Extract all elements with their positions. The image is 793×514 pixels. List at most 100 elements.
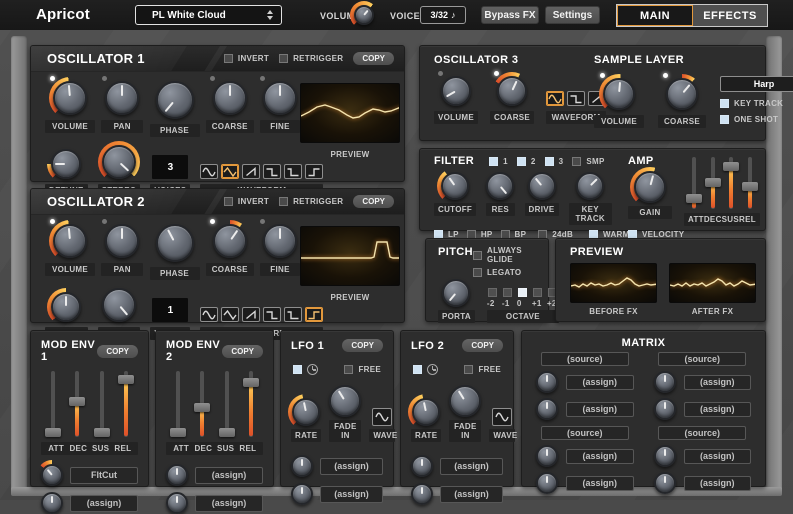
- lfo1-wave-button[interactable]: [372, 408, 392, 426]
- osc1-copy-button[interactable]: COPY: [353, 52, 394, 65]
- lfo2-copy-button[interactable]: COPY: [462, 339, 503, 352]
- matrix-assign-box-3a[interactable]: (assign): [566, 449, 634, 464]
- filter-smp-toggle[interactable]: SMP: [572, 157, 604, 166]
- settings-button[interactable]: Settings: [545, 6, 600, 24]
- osc1-voices-value[interactable]: 3: [152, 155, 188, 179]
- lfo2-fadein-knob[interactable]: [449, 385, 481, 417]
- matrix-assign-box-4b[interactable]: (assign): [684, 476, 752, 491]
- voices-value-box[interactable]: 3/32 ♪: [420, 6, 466, 24]
- osc2-wave-triangle-button[interactable]: [221, 307, 239, 322]
- octave-zero-button[interactable]: [518, 288, 527, 297]
- amp-rel-slider[interactable]: [742, 157, 758, 209]
- amp-att-slider[interactable]: [686, 157, 702, 209]
- modenv1-amount2-knob[interactable]: [41, 492, 63, 514]
- modenv1-copy-button[interactable]: COPY: [97, 345, 138, 358]
- lfo1-sync-checkbox[interactable]: [293, 364, 318, 375]
- lfo2-rate-knob[interactable]: [412, 398, 440, 426]
- octave-minus1-button[interactable]: [503, 288, 512, 297]
- modenv2-amount1-knob[interactable]: [166, 464, 188, 486]
- modenv1-target1-box[interactable]: FltCut: [70, 467, 138, 484]
- modenv2-sus-slider[interactable]: [219, 371, 235, 437]
- osc2-detune-knob[interactable]: [51, 292, 81, 322]
- matrix-amount-knob-3a[interactable]: [536, 445, 558, 467]
- lfo2-sync-checkbox[interactable]: [413, 364, 438, 375]
- osc1-retrigger-checkbox[interactable]: RETRIGGER: [279, 54, 343, 63]
- osc1-pan-knob[interactable]: [105, 81, 139, 115]
- osc2-voices-value[interactable]: 1: [152, 298, 188, 322]
- osc3-volume-knob[interactable]: [441, 76, 471, 106]
- matrix-source-box-3[interactable]: (source): [541, 426, 629, 440]
- pitch-always-glide-checkbox[interactable]: ALWAYS GLIDE: [473, 246, 540, 264]
- modenv2-target2-box[interactable]: (assign): [195, 495, 263, 512]
- pitch-legato-checkbox[interactable]: LEGATO: [473, 268, 540, 277]
- filter-keytrack-knob[interactable]: [576, 172, 604, 200]
- matrix-amount-knob-3b[interactable]: [536, 472, 558, 494]
- filter-cutoff-knob[interactable]: [441, 172, 469, 200]
- lfo2-amount2-knob[interactable]: [411, 483, 433, 505]
- modenv2-att-slider[interactable]: [170, 371, 186, 437]
- modenv1-att-slider[interactable]: [45, 371, 61, 437]
- modenv2-amount2-knob[interactable]: [166, 492, 188, 514]
- modenv2-dec-slider[interactable]: [194, 371, 210, 437]
- octave-plus1-button[interactable]: [533, 288, 542, 297]
- osc2-wave-square-button[interactable]: [263, 307, 281, 322]
- lfo1-amount2-knob[interactable]: [291, 483, 313, 505]
- matrix-amount-knob-1b[interactable]: [536, 398, 558, 420]
- pitch-porta-knob[interactable]: [442, 279, 470, 307]
- osc3-coarse-knob[interactable]: [497, 76, 527, 106]
- sample-key-track-checkbox[interactable]: KEY TRACK: [720, 99, 793, 108]
- modenv2-rel-slider[interactable]: [243, 371, 259, 437]
- lfo1-free-checkbox[interactable]: FREE: [344, 365, 381, 374]
- lfo1-amount1-knob[interactable]: [291, 455, 313, 477]
- filter-osc2-toggle[interactable]: 2: [517, 157, 536, 166]
- osc1-fine-knob[interactable]: [263, 81, 297, 115]
- matrix-assign-box-2b[interactable]: (assign): [684, 402, 752, 417]
- lfo2-amount1-knob[interactable]: [411, 455, 433, 477]
- preset-spinner-icon[interactable]: [267, 10, 273, 20]
- matrix-amount-knob-4a[interactable]: [654, 445, 676, 467]
- matrix-amount-knob-2b[interactable]: [654, 398, 676, 420]
- osc2-volume-knob[interactable]: [53, 224, 87, 258]
- lfo1-fadein-knob[interactable]: [329, 385, 361, 417]
- filter-res-knob[interactable]: [486, 172, 514, 200]
- modenv1-dec-slider[interactable]: [69, 371, 85, 437]
- sample-one-shot-checkbox[interactable]: ONE SHOT: [720, 115, 793, 124]
- matrix-assign-box-3b[interactable]: (assign): [566, 476, 634, 491]
- master-volume-knob[interactable]: [354, 5, 374, 25]
- osc2-wave-sine-button[interactable]: [200, 307, 218, 322]
- lfo2-free-checkbox[interactable]: FREE: [464, 365, 501, 374]
- modenv1-sus-slider[interactable]: [94, 371, 110, 437]
- filter-osc1-toggle[interactable]: 1: [489, 157, 508, 166]
- matrix-assign-box-1a[interactable]: (assign): [566, 375, 634, 390]
- amp-dec-slider[interactable]: [705, 157, 721, 209]
- matrix-assign-box-2a[interactable]: (assign): [684, 375, 752, 390]
- osc1-coarse-knob[interactable]: [213, 81, 247, 115]
- osc3-wave-sine-button[interactable]: [546, 91, 564, 106]
- osc2-wave-saw-button[interactable]: [242, 307, 260, 322]
- matrix-amount-knob-1a[interactable]: [536, 371, 558, 393]
- osc2-invert-checkbox[interactable]: INVERT: [224, 197, 269, 206]
- modenv1-target2-box[interactable]: (assign): [70, 495, 138, 512]
- osc2-coarse-knob[interactable]: [213, 224, 247, 258]
- modenv1-amount1-knob[interactable]: [41, 464, 63, 486]
- lfo1-rate-knob[interactable]: [292, 398, 320, 426]
- sample-coarse-knob[interactable]: [666, 78, 698, 110]
- matrix-source-box-4[interactable]: (source): [658, 426, 746, 440]
- tab-main[interactable]: MAIN: [617, 5, 693, 26]
- matrix-amount-knob-4b[interactable]: [654, 472, 676, 494]
- modenv1-rel-slider[interactable]: [118, 371, 134, 437]
- osc2-pan-knob[interactable]: [105, 224, 139, 258]
- osc2-stereo-knob[interactable]: [102, 288, 136, 322]
- filter-drive-knob[interactable]: [528, 172, 556, 200]
- osc1-wave-saw-button[interactable]: [242, 164, 260, 179]
- osc2-retrigger-checkbox[interactable]: RETRIGGER: [279, 197, 343, 206]
- osc1-wave-square-button[interactable]: [263, 164, 281, 179]
- osc1-phase-knob[interactable]: [156, 81, 194, 119]
- matrix-source-box-1[interactable]: (source): [541, 352, 629, 366]
- matrix-assign-box-1b[interactable]: (assign): [566, 402, 634, 417]
- lfo1-copy-button[interactable]: COPY: [342, 339, 383, 352]
- octave-minus2-button[interactable]: [488, 288, 497, 297]
- sample-volume-knob[interactable]: [603, 78, 635, 110]
- amp-gain-knob[interactable]: [634, 171, 666, 203]
- lfo2-target1-box[interactable]: (assign): [440, 458, 503, 475]
